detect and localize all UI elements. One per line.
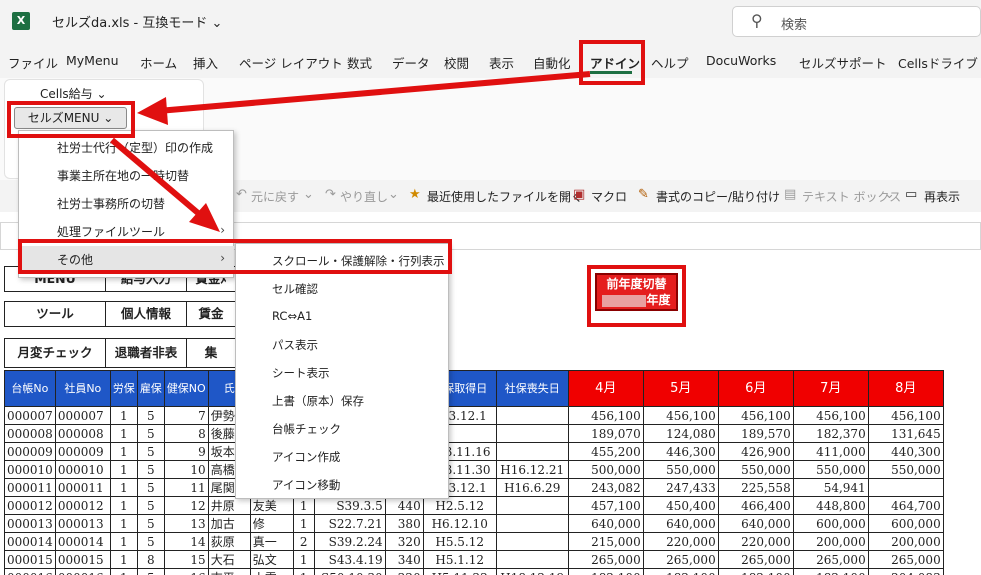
annotation-arrows: [110, 71, 591, 232]
arrow-line-top: [157, 71, 591, 114]
arrow-line-mid: [110, 137, 200, 216]
arrow-head-top: [137, 97, 168, 125]
